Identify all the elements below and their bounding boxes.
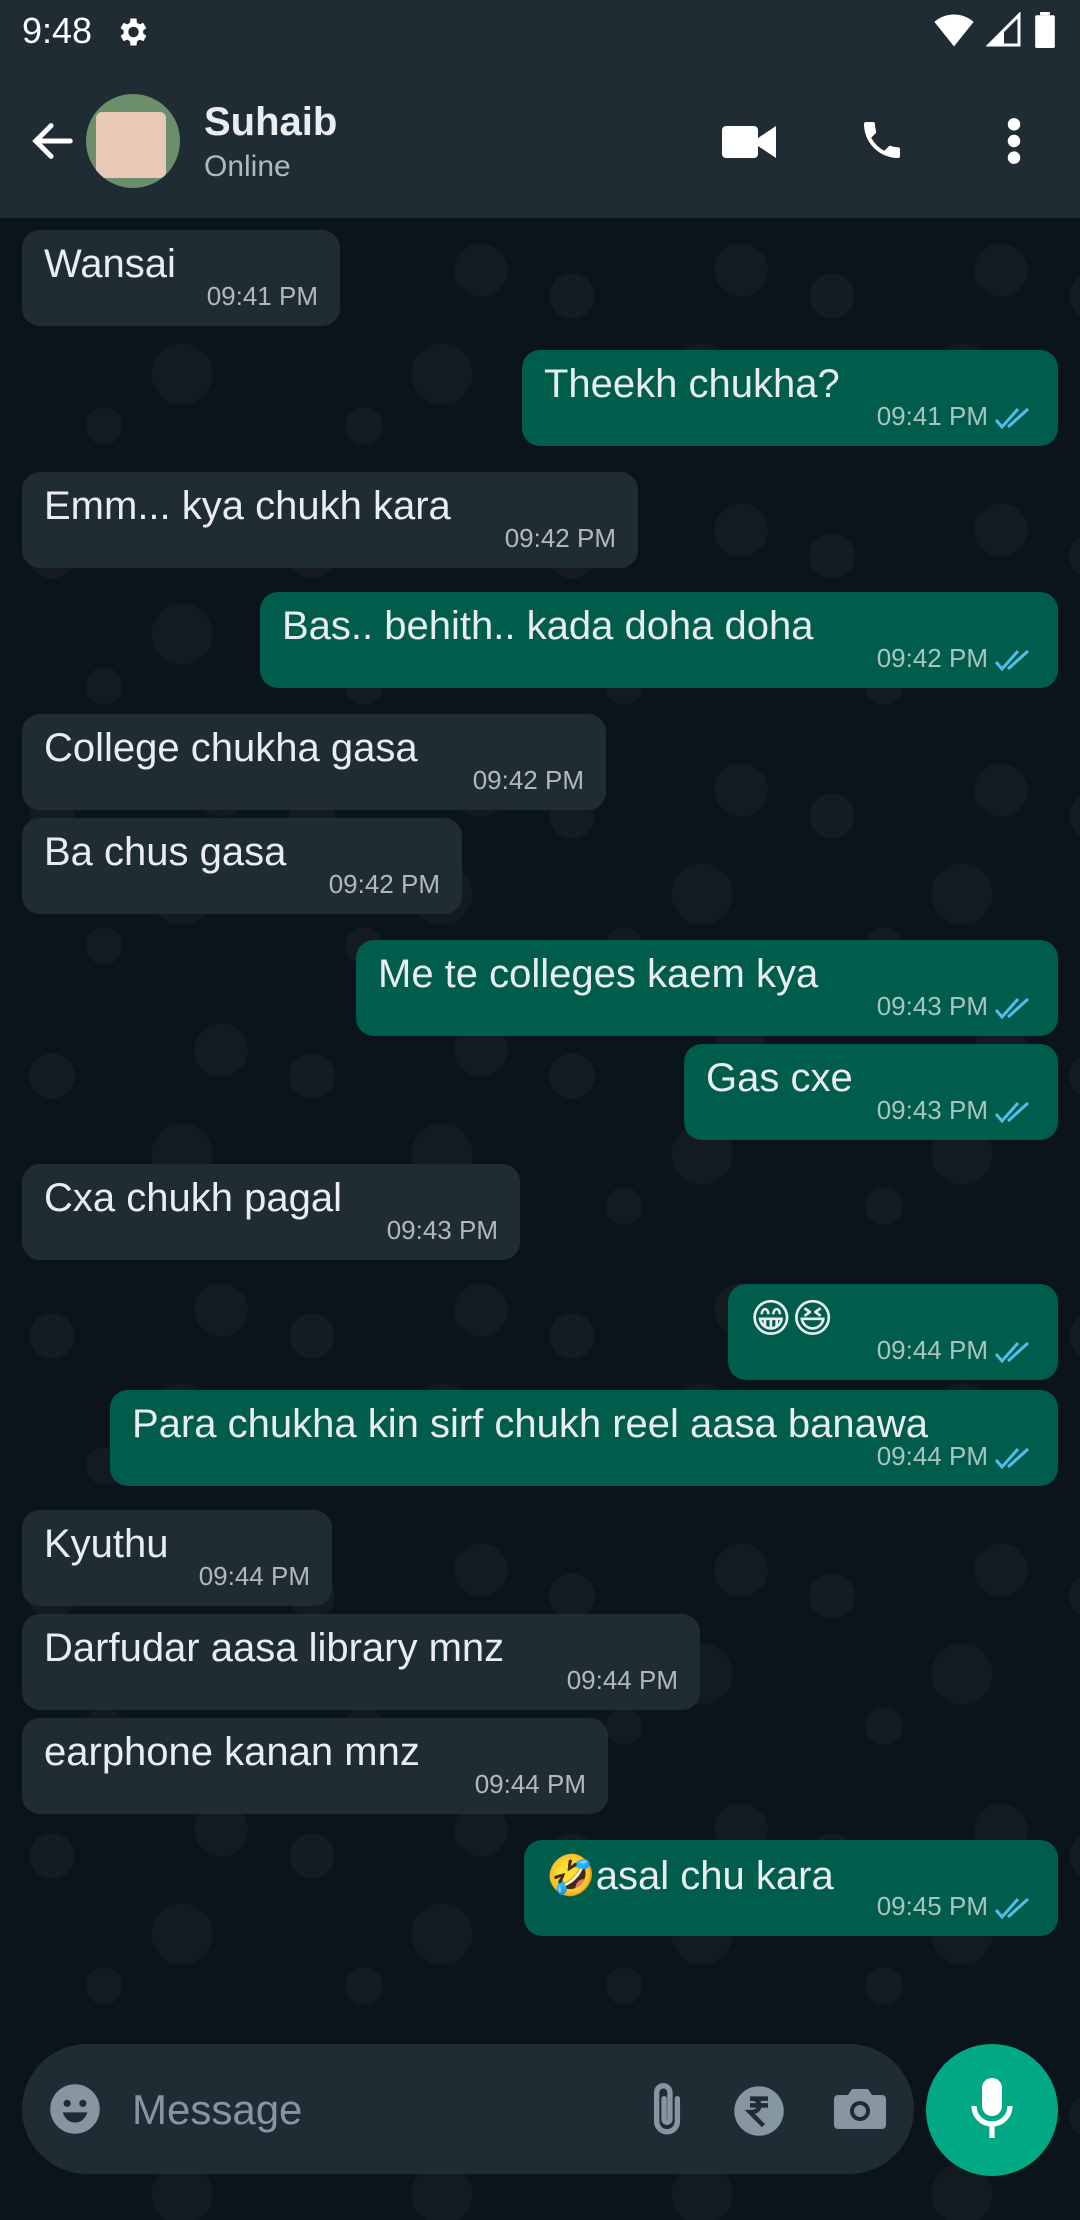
message-text: Gas cxe: [706, 1056, 853, 1100]
message-outgoing[interactable]: Me te colleges kaem kya 09:43 PM: [356, 940, 1058, 1036]
camera-icon[interactable]: [834, 2086, 886, 2132]
status-time: 9:48: [22, 10, 93, 51]
message-outgoing[interactable]: 🤣asal chu kara 09:45 PM: [524, 1840, 1058, 1936]
message-text: Ba chus gasa: [44, 830, 287, 874]
message-outgoing[interactable]: Para chukha kin sirf chukh reel aasa ban…: [110, 1390, 1058, 1486]
message-text: earphone kanan mnz: [44, 1730, 420, 1774]
voice-call-icon[interactable]: [858, 116, 906, 164]
emoji-icon[interactable]: [48, 2082, 102, 2136]
signal-icon: [986, 12, 1021, 47]
message-time: 09:44 PM: [474, 1769, 586, 1799]
message-incoming[interactable]: Darfudar aasa library mnz 09:44 PM: [22, 1614, 700, 1710]
read-ticks-icon: [994, 649, 1030, 672]
message-time: 09:42 PM: [876, 643, 988, 673]
message-time: 09:44 PM: [198, 1561, 310, 1591]
message-text: Para chukha kin sirf chukh reel aasa ban…: [132, 1402, 929, 1446]
message-text: Cxa chukh pagal: [44, 1176, 342, 1220]
message-text: Emm... kya chukh kara: [44, 484, 451, 528]
contact-avatar[interactable]: [86, 94, 180, 188]
back-arrow-icon[interactable]: [28, 118, 78, 164]
message-time: 09:44 PM: [566, 1665, 678, 1695]
message-text: Kyuthu: [44, 1522, 169, 1566]
voice-message-button[interactable]: [926, 2044, 1058, 2176]
message-time: 09:42 PM: [504, 523, 616, 553]
message-time: 09:41 PM: [206, 281, 318, 311]
microphone-icon: [971, 2078, 1013, 2138]
message-incoming[interactable]: Emm... kya chukh kara 09:42 PM: [22, 472, 638, 568]
message-text: College chukha gasa: [44, 726, 418, 770]
message-text: Wansai: [44, 242, 176, 286]
message-time: 09:41 PM: [876, 401, 988, 431]
message-incoming[interactable]: Ba chus gasa 09:42 PM: [22, 818, 462, 914]
message-outgoing[interactable]: Theekh chukha? 09:41 PM: [522, 350, 1058, 446]
read-ticks-icon: [994, 1447, 1030, 1470]
wifi-icon: [934, 14, 974, 47]
status-icons: [934, 12, 1056, 48]
message-incoming[interactable]: earphone kanan mnz 09:44 PM: [22, 1718, 608, 1814]
read-ticks-icon: [994, 1341, 1030, 1364]
video-call-icon[interactable]: [722, 122, 776, 162]
message-input[interactable]: [130, 2074, 634, 2146]
message-outgoing[interactable]: Bas.. behith.. kada doha doha 09:42 PM: [260, 592, 1058, 688]
read-ticks-icon: [994, 407, 1030, 430]
message-time: 09:44 PM: [876, 1335, 988, 1365]
message-time: 09:45 PM: [876, 1891, 988, 1921]
more-options-icon[interactable]: [1004, 116, 1024, 166]
message-text: 😁😆: [750, 1297, 834, 1341]
message-time: 09:43 PM: [876, 1095, 988, 1125]
contact-name[interactable]: Suhaib: [204, 100, 337, 145]
payment-rupee-icon[interactable]: [732, 2084, 786, 2138]
read-ticks-icon: [994, 1101, 1030, 1124]
attach-icon[interactable]: [642, 2080, 692, 2138]
status-bar: 9:48: [0, 0, 1080, 64]
battery-icon: [1035, 12, 1055, 48]
message-text: Bas.. behith.. kada doha doha: [282, 604, 814, 648]
message-text: Darfudar aasa library mnz: [44, 1626, 505, 1670]
message-incoming[interactable]: Cxa chukh pagal 09:43 PM: [22, 1164, 520, 1260]
message-time: 09:44 PM: [876, 1441, 988, 1471]
contact-status: Online: [204, 150, 291, 183]
message-outgoing[interactable]: Gas cxe 09:43 PM: [684, 1044, 1058, 1140]
message-time: 09:43 PM: [386, 1215, 498, 1245]
chat-header: Suhaib Online: [0, 64, 1080, 218]
message-outgoing[interactable]: 😁😆 09:44 PM: [728, 1284, 1058, 1380]
message-time: 09:42 PM: [328, 869, 440, 899]
message-text: 🤣asal chu kara: [546, 1854, 834, 1898]
read-ticks-icon: [994, 1897, 1030, 1920]
settings-gear-icon: [120, 18, 147, 46]
message-time: 09:43 PM: [876, 991, 988, 1021]
message-text: Theekh chukha?: [544, 362, 840, 406]
read-ticks-icon: [994, 997, 1030, 1020]
message-composer: [22, 2044, 914, 2174]
message-incoming[interactable]: Kyuthu 09:44 PM: [22, 1510, 332, 1606]
message-text: Me te colleges kaem kya: [378, 952, 819, 996]
message-time: 09:42 PM: [472, 765, 584, 795]
message-incoming[interactable]: College chukha gasa 09:42 PM: [22, 714, 606, 810]
message-incoming[interactable]: Wansai 09:41 PM: [22, 230, 340, 326]
